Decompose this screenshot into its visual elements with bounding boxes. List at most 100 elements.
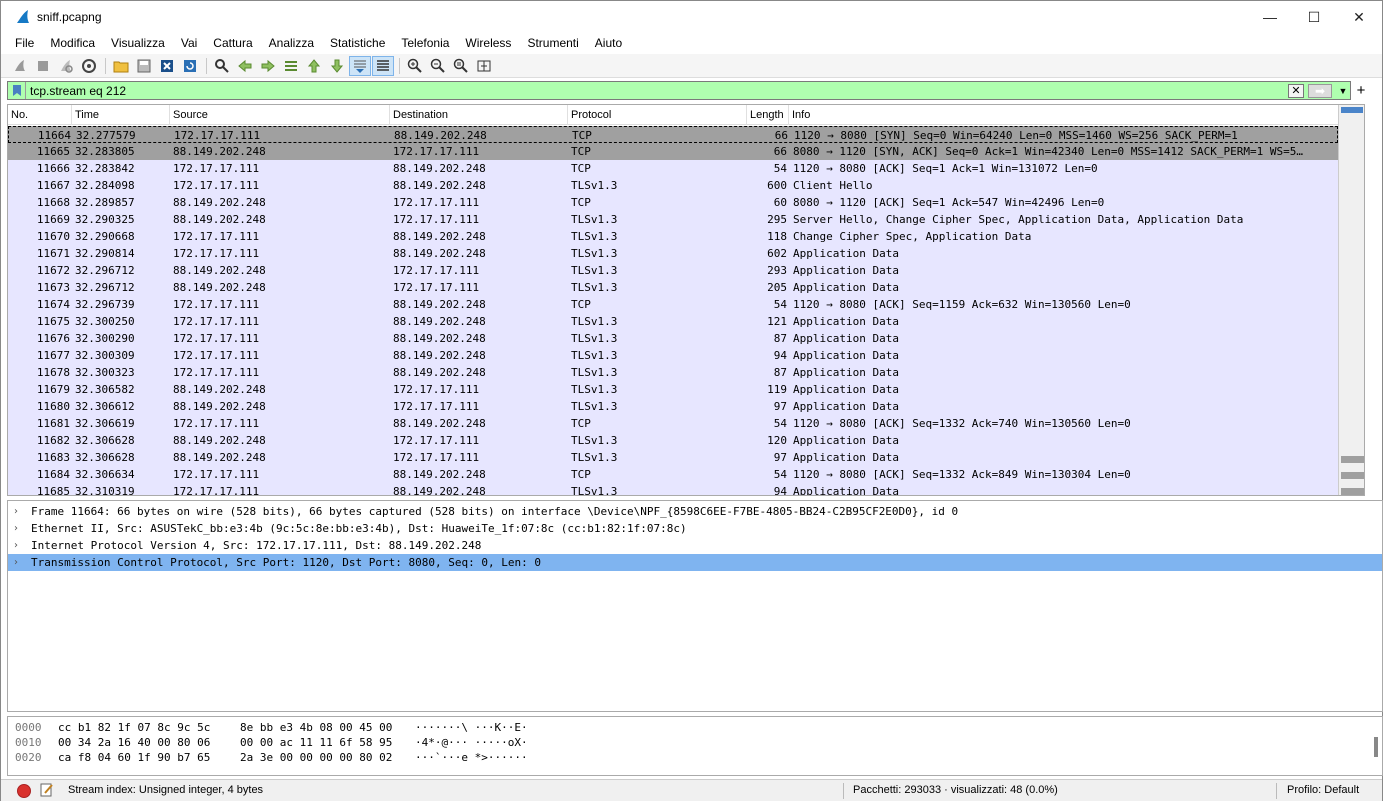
close-button[interactable]: ✕ bbox=[1336, 1, 1382, 33]
auto-scroll-icon[interactable] bbox=[349, 55, 371, 76]
packet-row[interactable]: 11678 32.300323 172.17.17.111 88.149.202.24… bbox=[8, 364, 1338, 381]
status-profile[interactable]: Profilo: Default bbox=[1287, 784, 1359, 796]
packet-row[interactable]: 11673 32.296712 88.149.202.248 172.17.17.11… bbox=[8, 279, 1338, 296]
go-forward-icon[interactable] bbox=[257, 56, 279, 76]
packet-row[interactable]: 11675 32.300250 172.17.17.111 88.149.202.24… bbox=[8, 313, 1338, 330]
edit-comment-icon[interactable] bbox=[40, 783, 54, 797]
column-header-source[interactable]: Source bbox=[170, 105, 390, 125]
cell-protocol: TLSv1.3 bbox=[571, 434, 618, 447]
column-header-time[interactable]: Time bbox=[72, 105, 170, 125]
column-header-protocol[interactable]: Protocol bbox=[568, 105, 747, 125]
go-to-packet-icon[interactable] bbox=[280, 56, 302, 76]
packet-row[interactable]: 11685 32.310319 172.17.17.111 88.149.202.24… bbox=[8, 483, 1338, 495]
packet-row[interactable]: 11680 32.306612 88.149.202.248 172.17.17.11… bbox=[8, 398, 1338, 415]
minimize-button[interactable]: — bbox=[1247, 1, 1293, 33]
menu-file[interactable]: File bbox=[7, 36, 42, 50]
menu-cattura[interactable]: Cattura bbox=[205, 36, 260, 50]
cell-no: 11678 bbox=[36, 366, 70, 379]
packet-row[interactable]: 11674 32.296739 172.17.17.111 88.149.202.24… bbox=[8, 296, 1338, 313]
display-filter-input[interactable]: tcp.stream eq 212 bbox=[26, 84, 1288, 98]
bytes-row[interactable]: 0020 ca f8 04 60 1f 90 b7 65 2a 3e 00 00… bbox=[8, 750, 1368, 765]
packet-row[interactable]: 11666 32.283842 172.17.17.111 88.149.202.24… bbox=[8, 160, 1338, 177]
colorize-icon[interactable] bbox=[372, 55, 394, 76]
zoom-out-icon[interactable] bbox=[427, 56, 449, 76]
resize-columns-icon[interactable] bbox=[473, 56, 495, 76]
packet-row[interactable]: 11683 32.306628 88.149.202.248 172.17.17.11… bbox=[8, 449, 1338, 466]
expand-arrow-icon[interactable]: › bbox=[14, 503, 18, 520]
start-capture-icon[interactable] bbox=[9, 56, 31, 76]
cell-protocol: TCP bbox=[571, 298, 591, 311]
menu-analizza[interactable]: Analizza bbox=[261, 36, 322, 50]
capture-status-icon[interactable] bbox=[17, 784, 31, 798]
close-file-icon[interactable] bbox=[156, 56, 178, 76]
window-title: sniff.pcapng bbox=[37, 10, 102, 24]
toolbar-separator bbox=[105, 57, 106, 74]
bytes-offset: 0020 bbox=[15, 751, 42, 764]
packet-row[interactable]: 11667 32.284098 172.17.17.111 88.149.202.24… bbox=[8, 177, 1338, 194]
normal-size-icon[interactable] bbox=[450, 56, 472, 76]
menu-wireless[interactable]: Wireless bbox=[457, 36, 519, 50]
add-filter-button[interactable]: + bbox=[1354, 81, 1368, 100]
find-packet-icon[interactable] bbox=[211, 56, 233, 76]
packet-row[interactable]: 11664 32.277579 172.17.17.111 88.149.202.24… bbox=[8, 126, 1338, 143]
cell-time: 32.290325 bbox=[75, 213, 135, 226]
scrollbar-thumb[interactable] bbox=[1341, 107, 1363, 113]
menu-telefonia[interactable]: Telefonia bbox=[393, 36, 457, 50]
packet-row[interactable]: 11668 32.289857 88.149.202.248 172.17.17.11… bbox=[8, 194, 1338, 211]
restart-capture-icon[interactable] bbox=[55, 56, 77, 76]
filter-history-dropdown-icon[interactable]: ▼ bbox=[1336, 86, 1350, 96]
capture-options-icon[interactable] bbox=[78, 56, 100, 76]
column-header-no[interactable]: No. bbox=[8, 105, 72, 125]
cell-protocol: TLSv1.3 bbox=[571, 281, 618, 294]
bytes-row[interactable]: 0000 cc b1 82 1f 07 8c 9c 5c 8e bb e3 4b… bbox=[8, 720, 1368, 735]
cell-time: 32.306628 bbox=[75, 434, 135, 447]
cell-protocol: TLSv1.3 bbox=[571, 383, 618, 396]
packet-row[interactable]: 11670 32.290668 172.17.17.111 88.149.202.24… bbox=[8, 228, 1338, 245]
cell-length: 97 bbox=[773, 451, 787, 464]
save-file-icon[interactable] bbox=[133, 56, 155, 76]
bytes-scrollbar[interactable] bbox=[1374, 737, 1378, 757]
packet-row[interactable]: 11676 32.300290 172.17.17.111 88.149.202.24… bbox=[8, 330, 1338, 347]
expand-arrow-icon[interactable]: › bbox=[14, 520, 18, 537]
column-header-info[interactable]: Info bbox=[789, 105, 1338, 125]
packet-row[interactable]: 11681 32.306619 172.17.17.111 88.149.202.24… bbox=[8, 415, 1338, 432]
column-header-length[interactable]: Length bbox=[747, 105, 789, 125]
apply-filter-icon[interactable]: ➡ bbox=[1308, 83, 1332, 98]
packet-row[interactable]: 11671 32.290814 172.17.17.111 88.149.202.24… bbox=[8, 245, 1338, 262]
packet-row[interactable]: 11669 32.290325 88.149.202.248 172.17.17.11… bbox=[8, 211, 1338, 228]
go-back-icon[interactable] bbox=[234, 56, 256, 76]
bytes-row[interactable]: 0010 00 34 2a 16 40 00 80 06 00 00 ac 11… bbox=[8, 735, 1368, 750]
detail-row-tcp[interactable]: › Transmission Control Protocol, Src Por… bbox=[8, 554, 1382, 571]
expand-arrow-icon[interactable]: › bbox=[14, 554, 18, 571]
packet-row[interactable]: 11682 32.306628 88.149.202.248 172.17.17.11… bbox=[8, 432, 1338, 449]
packet-row[interactable]: 11677 32.300309 172.17.17.111 88.149.202.24… bbox=[8, 347, 1338, 364]
menu-visualizza[interactable]: Visualizza bbox=[103, 36, 173, 50]
stop-capture-icon[interactable] bbox=[32, 56, 54, 76]
packet-row[interactable]: 11684 32.306634 172.17.17.111 88.149.202.24… bbox=[8, 466, 1338, 483]
zoom-in-icon[interactable] bbox=[404, 56, 426, 76]
cell-no: 11676 bbox=[36, 332, 70, 345]
clear-filter-icon[interactable]: ✕ bbox=[1288, 83, 1304, 98]
status-divider bbox=[1276, 783, 1277, 799]
last-packet-icon[interactable] bbox=[326, 56, 348, 76]
expand-arrow-icon[interactable]: › bbox=[14, 537, 18, 554]
maximize-button[interactable]: ☐ bbox=[1291, 1, 1337, 33]
packet-row[interactable]: 11672 32.296712 88.149.202.248 172.17.17.11… bbox=[8, 262, 1338, 279]
packet-row[interactable]: 11679 32.306582 88.149.202.248 172.17.17.11… bbox=[8, 381, 1338, 398]
menu-vai[interactable]: Vai bbox=[173, 36, 205, 50]
filter-bookmark-button[interactable] bbox=[8, 82, 26, 99]
column-header-destination[interactable]: Destination bbox=[390, 105, 568, 125]
open-file-icon[interactable] bbox=[110, 56, 132, 76]
cell-no: 11682 bbox=[36, 434, 70, 447]
menu-modifica[interactable]: Modifica bbox=[42, 36, 103, 50]
detail-row-frame[interactable]: › Frame 11664: 66 bytes on wire (528 bit… bbox=[8, 503, 1382, 520]
packet-row[interactable]: 11665 32.283805 88.149.202.248 172.17.17.11… bbox=[8, 143, 1338, 160]
menu-strumenti[interactable]: Strumenti bbox=[519, 36, 586, 50]
packet-list-scrollbar[interactable] bbox=[1338, 105, 1364, 495]
menu-aiuto[interactable]: Aiuto bbox=[587, 36, 630, 50]
first-packet-icon[interactable] bbox=[303, 56, 325, 76]
reload-file-icon[interactable] bbox=[179, 56, 201, 76]
menu-statistiche[interactable]: Statistiche bbox=[322, 36, 393, 50]
detail-row-ip[interactable]: › Internet Protocol Version 4, Src: 172.… bbox=[8, 537, 1382, 554]
detail-row-ethernet[interactable]: › Ethernet II, Src: ASUSTekC_bb:e3:4b (9… bbox=[8, 520, 1382, 537]
